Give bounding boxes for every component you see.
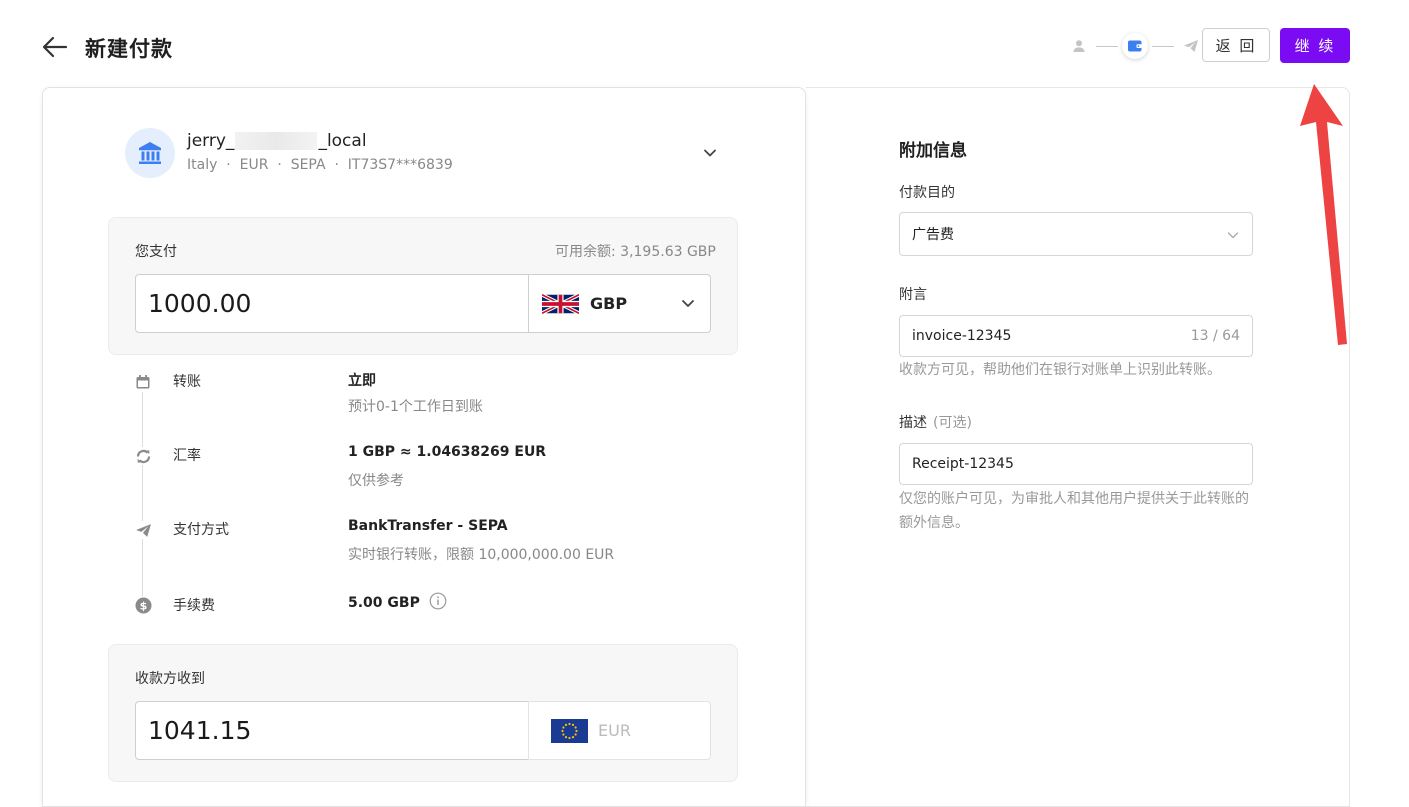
method-label: 支付方式	[173, 522, 229, 538]
memo-label: 附言	[899, 287, 927, 303]
user-icon	[1066, 33, 1092, 59]
step-connector	[1096, 45, 1118, 47]
pay-currency-select[interactable]: GBP	[528, 274, 711, 333]
receive-amount-input[interactable]: 1041.15	[135, 701, 529, 760]
redacted-mask	[235, 132, 318, 150]
calendar-icon	[134, 373, 152, 391]
bank-avatar	[125, 128, 175, 178]
recipient-name-suffix: _local	[318, 131, 367, 151]
receive-label: 收款方收到	[135, 671, 205, 687]
available-balance: 可用余额: 3,195.63 GBP	[555, 244, 716, 260]
description-label-text: 描述	[899, 415, 927, 431]
back-button[interactable]: 返 回	[1202, 28, 1270, 62]
back-arrow-icon[interactable]	[40, 32, 70, 62]
rate-sub: 仅供参考	[348, 473, 404, 489]
transfer-sub: 预计0-1个工作日到账	[348, 399, 483, 415]
recipient-name: jerry_ _local	[187, 131, 367, 151]
recipient-meta: Italy · EUR · SEPA · IT73S7***6839	[187, 157, 453, 173]
annotation-arrow	[1292, 80, 1362, 350]
chevron-down-icon	[1226, 228, 1240, 246]
purpose-select[interactable]: 广告费	[899, 212, 1253, 256]
transfer-value: 立即	[348, 373, 376, 389]
rate-value: 1 GBP ≈ 1.04638269 EUR	[348, 444, 547, 460]
recipient-name-prefix: jerry_	[187, 131, 235, 151]
continue-button[interactable]: 继 续	[1280, 28, 1350, 63]
svg-text:$: $	[139, 599, 147, 612]
description-help-text: 仅您的账户可见，为审批人和其他用户提供关于此转账的额外信息。	[899, 491, 1249, 531]
page-title: 新建付款	[85, 37, 173, 61]
method-value: BankTransfer - SEPA	[348, 518, 508, 534]
memo-char-counter: 13 / 64	[1190, 328, 1240, 344]
info-icon[interactable]	[429, 592, 447, 614]
optional-tag: (可选)	[933, 415, 972, 431]
purpose-value: 广告费	[912, 227, 954, 243]
memo-input[interactable]: invoice-12345 13 / 64	[899, 315, 1253, 357]
pay-amount-input[interactable]: 1000.00	[135, 274, 529, 333]
memo-help-text: 收款方可见，帮助他们在银行对账单上识别此转账。	[899, 362, 1221, 378]
fee-amount: 5.00 GBP	[348, 595, 420, 611]
description-label: 描述 (可选)	[899, 412, 972, 432]
pay-currency-code: GBP	[590, 294, 628, 313]
receive-currency: EUR	[528, 701, 711, 760]
transfer-label: 转账	[173, 374, 201, 390]
receive-currency-code: EUR	[598, 721, 631, 740]
description-value: Receipt-12345	[912, 456, 1014, 472]
uk-flag-icon	[542, 292, 579, 315]
pay-label: 您支付	[135, 244, 177, 260]
fee-label: 手续费	[173, 598, 215, 614]
wallet-icon	[1122, 33, 1148, 59]
memo-value: invoice-12345	[912, 328, 1012, 344]
fee-value: 5.00 GBP	[348, 592, 447, 614]
bank-icon	[139, 142, 161, 164]
purpose-label: 付款目的	[899, 185, 955, 201]
dollar-coin-icon: $	[134, 596, 152, 614]
send-icon	[1178, 33, 1204, 59]
description-input[interactable]: Receipt-12345	[899, 443, 1253, 485]
rate-label: 汇率	[173, 448, 201, 464]
chevron-down-icon	[680, 295, 696, 315]
method-sub: 实时银行转账，限额 10,000,000.00 EUR	[348, 547, 615, 563]
additional-info-title: 附加信息	[899, 141, 967, 161]
step-connector	[1152, 45, 1174, 47]
timeline-line	[142, 392, 143, 598]
send-icon	[134, 521, 152, 539]
progress-stepper	[1066, 33, 1204, 59]
exchange-icon	[134, 447, 152, 465]
eu-flag-icon	[551, 718, 588, 743]
chevron-down-icon[interactable]	[700, 143, 720, 163]
